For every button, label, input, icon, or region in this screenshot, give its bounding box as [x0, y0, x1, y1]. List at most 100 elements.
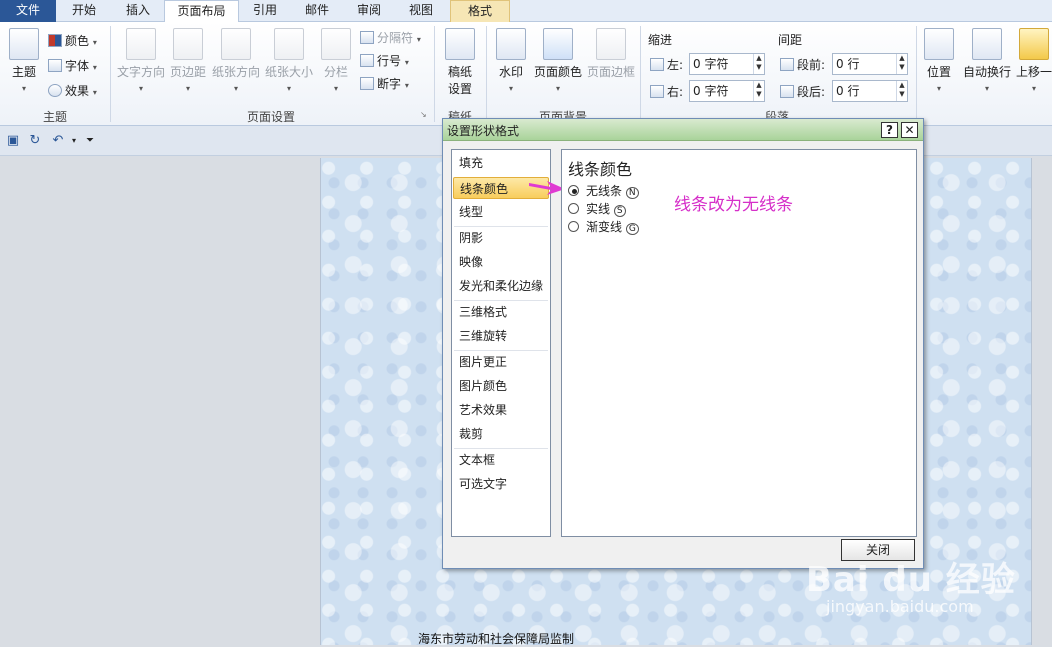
category-line-style[interactable]: 线型	[453, 201, 549, 223]
close-x-button[interactable]: ✕	[901, 122, 918, 138]
radio-gradient-line[interactable]: 渐变线 G	[568, 218, 639, 235]
orientation-icon	[221, 28, 251, 60]
size-button[interactable]: 纸张大小 ▾	[264, 28, 314, 94]
position-icon	[924, 28, 954, 60]
themes-button[interactable]: 主题 ▾	[6, 28, 42, 94]
radio-solid-line[interactable]: 实线 S	[568, 200, 626, 217]
radio-no-line[interactable]: 无线条 N	[568, 182, 639, 199]
group-divider	[486, 26, 487, 122]
page-color-icon	[543, 28, 573, 60]
radio-dot	[568, 203, 579, 214]
text-direction-icon	[126, 28, 156, 60]
line-numbers-button[interactable]: 行号 ▾	[360, 52, 409, 69]
tab-page-layout[interactable]: 页面布局	[164, 0, 239, 23]
tab-insert[interactable]: 插入	[112, 0, 164, 22]
spacing-before-input[interactable]: 0 行 ▲ ▼	[832, 53, 908, 75]
indent-right-input[interactable]: 0 字符 ▲ ▼	[689, 80, 765, 102]
panel-title: 线条颜色	[568, 160, 633, 179]
spacing-after-label: 段后:	[780, 83, 825, 100]
category-picture-color[interactable]: 图片颜色	[453, 375, 549, 397]
manuscript-icon	[445, 28, 475, 60]
indent-right-label: 右:	[650, 83, 683, 100]
themes-icon	[9, 28, 39, 60]
radio-dot	[568, 185, 579, 196]
page-setup-group-label: 页面设置	[246, 110, 295, 124]
category-artistic-effects[interactable]: 艺术效果	[453, 399, 549, 421]
indent-right-spinner[interactable]: ▲ ▼	[753, 81, 764, 101]
tab-format[interactable]: 格式	[450, 0, 510, 22]
spacing-before-spinner[interactable]: ▲ ▼	[896, 54, 907, 74]
footer-text: 海东市劳动和社会保障局监制	[418, 632, 575, 646]
columns-icon	[321, 28, 351, 60]
breaks-icon	[360, 31, 374, 44]
theme-colors-button[interactable]: 颜色 ▾	[48, 32, 97, 49]
category-picture-corrections[interactable]: 图片更正	[453, 351, 549, 373]
category-text-box[interactable]: 文本框	[453, 449, 549, 471]
tab-references[interactable]: 引用	[240, 0, 290, 22]
category-reflection[interactable]: 映像	[453, 251, 549, 273]
redo-icon[interactable]: ↻	[27, 133, 43, 149]
category-shadow[interactable]: 阴影	[453, 227, 549, 249]
spacing-before-icon	[780, 58, 794, 71]
undo-icon[interactable]: ↶	[50, 133, 66, 149]
tab-home[interactable]: 开始	[56, 0, 112, 22]
spacing-after-input[interactable]: 0 行 ▲ ▼	[832, 80, 908, 102]
tab-view[interactable]: 视图	[396, 0, 446, 22]
theme-fonts-button[interactable]: 字体 ▾	[48, 57, 97, 74]
bring-forward-button[interactable]: 上移一 ▾	[1016, 28, 1052, 94]
text-direction-button[interactable]: 文字方向 ▾	[116, 28, 166, 94]
page-borders-button[interactable]: 页面边框	[586, 28, 636, 80]
indent-left-input[interactable]: 0 字符 ▲ ▼	[689, 53, 765, 75]
group-divider	[110, 26, 111, 122]
format-shape-dialog: 设置形状格式 ? ✕ 填充 线条颜色 线型 阴影 映像 发光和柔化边缘 三维格式…	[442, 118, 924, 569]
help-button[interactable]: ?	[881, 122, 898, 138]
radio-dot	[568, 221, 579, 232]
ribbon: 主题 ▾ 颜色 ▾ 字体 ▾ 效果 ▾ 主题 文字方向 ▾ 页边距 ▾ 纸张方向 ▾ 纸…	[0, 22, 1052, 126]
fonts-icon	[48, 59, 62, 72]
hyphenation-button[interactable]: 断字 ▾	[360, 75, 409, 92]
dialog-title-bar[interactable]: 设置形状格式 ? ✕	[443, 119, 923, 141]
breaks-button[interactable]: 分隔符 ▾	[360, 29, 421, 46]
tab-mailings[interactable]: 邮件	[292, 0, 342, 22]
category-crop[interactable]: 裁剪	[453, 423, 549, 445]
theme-effects-button[interactable]: 效果 ▾	[48, 82, 97, 99]
margins-icon	[173, 28, 203, 60]
wrap-text-button[interactable]: 自动换行 ▾	[962, 28, 1012, 94]
brand-watermark: Bai du 经验	[806, 560, 1016, 600]
indent-title: 缩进	[648, 33, 673, 47]
ribbon-tab-bar: 文件 开始 插入 页面布局 引用 邮件 审阅 视图 格式	[0, 0, 1052, 23]
category-3d-rotation[interactable]: 三维旋转	[453, 325, 549, 347]
spacing-after-spinner[interactable]: ▲ ▼	[896, 81, 907, 101]
dialog-title: 设置形状格式	[447, 124, 520, 138]
theme-group-label: 主题	[42, 110, 67, 124]
columns-button[interactable]: 分栏 ▾	[318, 28, 354, 94]
tab-file[interactable]: 文件	[0, 0, 56, 22]
orientation-button[interactable]: 纸张方向 ▾	[211, 28, 261, 94]
page-color-button[interactable]: 页面颜色 ▾	[532, 28, 584, 94]
manuscript-settings-button[interactable]: 稿纸 设置	[442, 28, 478, 97]
watermark-button[interactable]: 水印 ▾	[494, 28, 528, 94]
colors-icon	[48, 34, 62, 47]
indent-left-spinner[interactable]: ▲ ▼	[753, 54, 764, 74]
save-icon[interactable]: ▣	[5, 133, 21, 149]
watermark-icon	[496, 28, 526, 60]
margins-button[interactable]: 页边距 ▾	[168, 28, 208, 94]
line-numbers-icon	[360, 54, 374, 67]
category-3d-format[interactable]: 三维格式	[453, 301, 549, 323]
category-fill[interactable]: 填充	[453, 152, 549, 174]
annotation-text: 线条改为无线条	[674, 195, 793, 215]
customize-qat-icon[interactable]: ⏷	[82, 133, 98, 149]
bring-forward-icon	[1019, 28, 1049, 60]
wrap-text-icon	[972, 28, 1002, 60]
category-glow-soft-edges[interactable]: 发光和柔化边缘	[453, 275, 549, 297]
line-color-panel: 线条颜色 无线条 N 实线 S 渐变线 G 线条改为无线条	[561, 149, 917, 537]
group-divider	[434, 26, 435, 122]
page-setup-dialog-launcher[interactable]: ↘	[420, 110, 427, 119]
indent-left-icon	[650, 58, 664, 71]
category-alt-text[interactable]: 可选文字	[453, 473, 549, 495]
tab-review[interactable]: 审阅	[344, 0, 394, 22]
spacing-after-icon	[780, 85, 794, 98]
undo-dropdown-icon[interactable]: ▾	[66, 133, 82, 149]
position-button[interactable]: 位置 ▾	[922, 28, 956, 94]
spacing-before-label: 段前:	[780, 56, 825, 73]
